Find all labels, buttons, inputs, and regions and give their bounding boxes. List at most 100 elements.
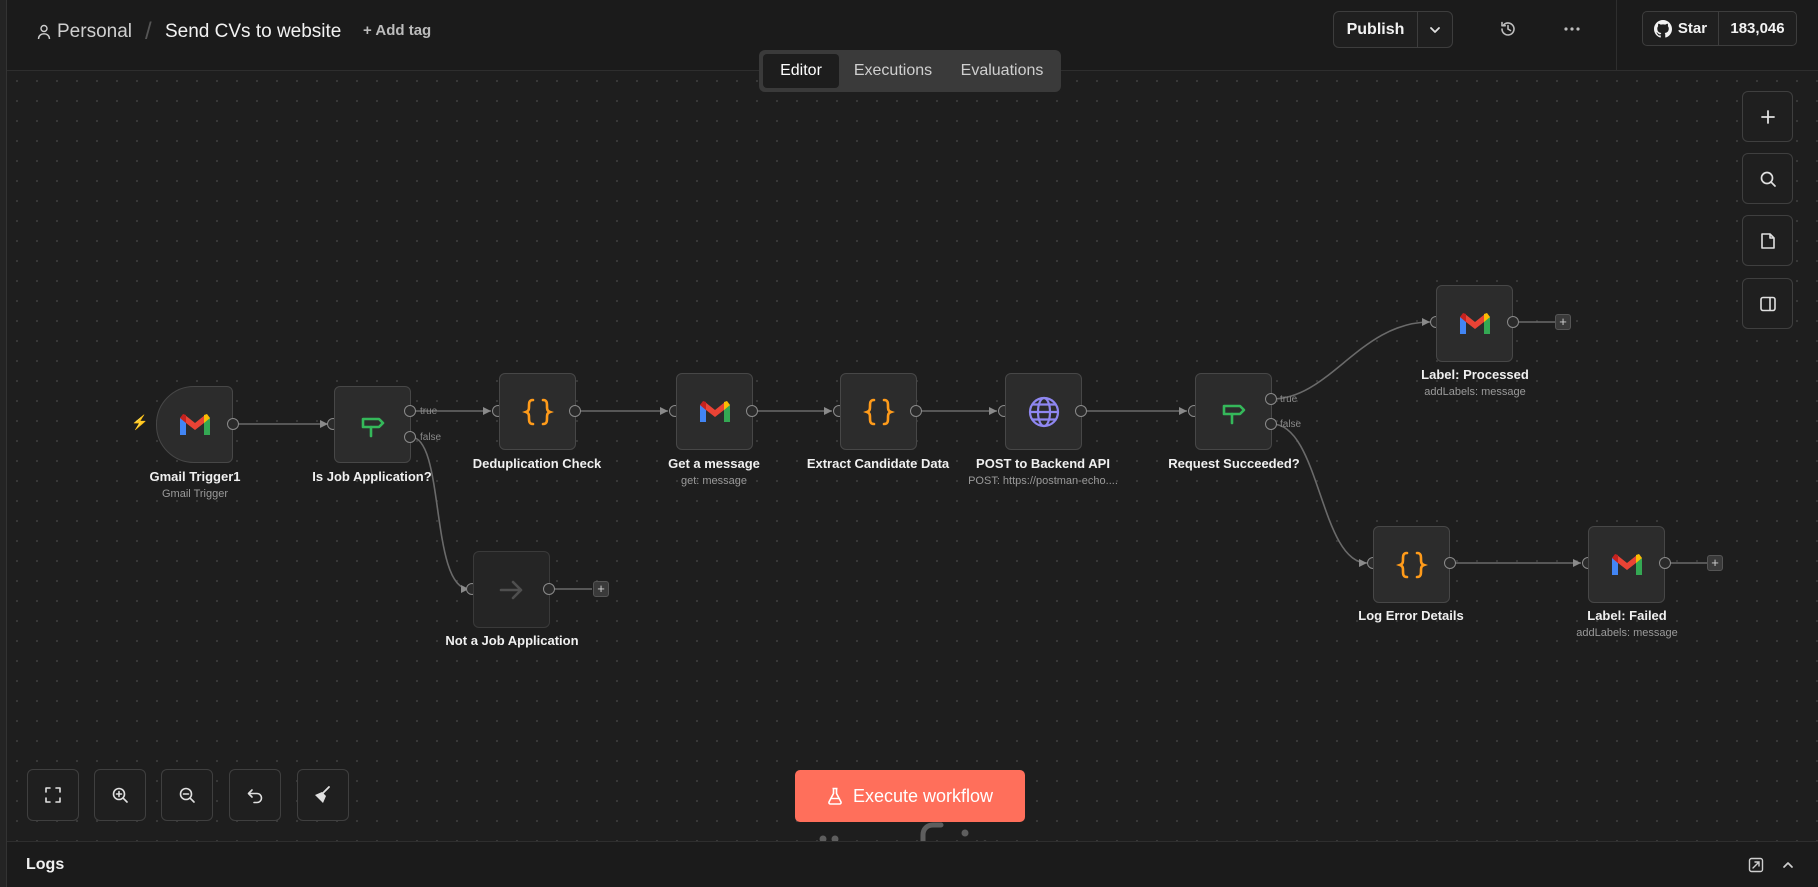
node-subtitle: Gmail Trigger [161,488,229,500]
zoom-out-icon [179,787,195,803]
if-signpost-icon [361,417,384,437]
node-label: Request Succeeded? [1168,456,1300,471]
github-star-button[interactable]: Star [1643,12,1719,45]
gmail-icon [699,400,730,422]
node-label-processed[interactable] [1436,285,1513,362]
node-get-a-message[interactable] [676,373,753,450]
execute-workflow-label: Execute workflow [852,785,994,806]
node-not-a-job-application[interactable] [473,551,550,628]
tidy-up-button[interactable] [297,769,349,821]
version-history-button[interactable] [1497,18,1519,40]
globe-icon [1028,396,1059,427]
output-handle[interactable] [543,583,555,595]
output-handle[interactable] [1507,316,1519,328]
chevron-up-icon [1783,862,1793,868]
reset-zoom-button[interactable] [229,769,281,821]
tab-evaluations[interactable]: Evaluations [947,54,1057,88]
fit-view-button[interactable] [27,769,79,821]
node-label: POST to Backend API [976,456,1110,471]
node-subtitle: get: message [680,475,748,487]
person-icon [37,24,51,40]
undo-icon [247,789,263,804]
tab-editor[interactable]: Editor [763,54,839,88]
breadcrumb-personal[interactable]: Personal [37,20,132,44]
branch-label-false: false [1280,419,1302,430]
left-edge-strip [0,0,7,887]
branch-label-false: false [420,432,442,443]
panel-icon [1759,296,1776,311]
node-label: Label: Failed [1587,608,1667,623]
output-handle[interactable] [569,405,581,417]
logs-panel-bar[interactable]: Logs [7,841,1818,887]
node-gmail-trigger[interactable] [156,386,233,463]
add-node-panel-button[interactable] [1742,91,1793,142]
output-handle-true[interactable] [404,405,416,417]
github-star-label: Star [1677,20,1708,37]
output-handle[interactable] [910,405,922,417]
node-request-succeeded[interactable] [1195,373,1272,450]
node-label: Log Error Details [1358,608,1464,623]
node-log-error-details[interactable] [1373,526,1450,603]
node-deduplication-check[interactable] [499,373,576,450]
toggle-side-panel-button[interactable] [1742,278,1793,329]
add-sticky-note-button[interactable] [1742,215,1793,266]
gmail-icon [1611,553,1642,575]
broom-icon [315,786,330,803]
zoom-in-icon [112,787,128,803]
if-signpost-icon [1222,404,1245,424]
branch-label-true: true [1280,394,1298,405]
code-braces-icon [521,398,554,425]
expand-logs-button[interactable] [1779,856,1797,874]
node-label: Label: Processed [1421,367,1529,382]
breadcrumb-separator: / [145,18,152,45]
add-node-button[interactable]: + [593,581,609,597]
node-label: Is Job Application? [312,469,432,484]
output-handle[interactable] [746,405,758,417]
search-nodes-button[interactable] [1742,153,1793,204]
node-is-job-application[interactable] [334,386,411,463]
search-icon [1760,171,1776,187]
node-subtitle: addLabels: message [1424,386,1526,398]
output-handle-false[interactable] [404,431,416,443]
node-extract-candidate-data[interactable] [840,373,917,450]
gmail-icon [179,413,210,435]
add-node-button[interactable]: + [1555,314,1571,330]
sticky-note-icon [1760,232,1775,249]
node-subtitle: POST: https://postman-echo.... [968,475,1118,487]
open-logs-window-button[interactable] [1747,856,1765,874]
logs-title: Logs [26,856,65,873]
zoom-in-button[interactable] [94,769,146,821]
node-label: Gmail Trigger1 [149,469,241,484]
output-handle-false[interactable] [1265,418,1277,430]
output-handle[interactable] [1075,405,1087,417]
code-braces-icon [1395,551,1428,578]
output-handle[interactable] [1659,557,1671,569]
publish-button[interactable]: Publish [1334,12,1418,47]
fullscreen-icon [45,787,61,803]
workflow-title[interactable]: Send CVs to website [165,20,341,44]
history-icon [1501,21,1515,36]
node-label-failed[interactable] [1588,526,1665,603]
output-handle[interactable] [227,418,239,430]
trigger-bolt-icon: ⚡ [131,414,149,430]
output-handle-true[interactable] [1265,393,1277,405]
publish-options-button[interactable] [1418,12,1452,47]
node-post-to-backend-api[interactable] [1005,373,1082,450]
github-star-group: Star 183,046 [1642,11,1797,46]
add-tag-button[interactable]: + Add tag [363,22,431,39]
zoom-out-button[interactable] [161,769,213,821]
github-star-count[interactable]: 183,046 [1719,12,1796,45]
branch-label-true: true [420,406,438,417]
chevron-down-icon [1430,26,1440,33]
code-braces-icon [862,398,895,425]
breadcrumb-project-label: Personal [57,21,132,42]
flask-icon [828,787,842,805]
tab-executions[interactable]: Executions [839,54,947,88]
ellipsis-icon [1564,27,1580,31]
more-options-button[interactable] [1561,18,1583,40]
node-label: Not a Job Application [445,633,579,648]
output-handle[interactable] [1444,557,1456,569]
publish-button-group: Publish [1333,11,1453,48]
add-node-button[interactable]: + [1707,555,1723,571]
node-label: Deduplication Check [472,456,602,471]
